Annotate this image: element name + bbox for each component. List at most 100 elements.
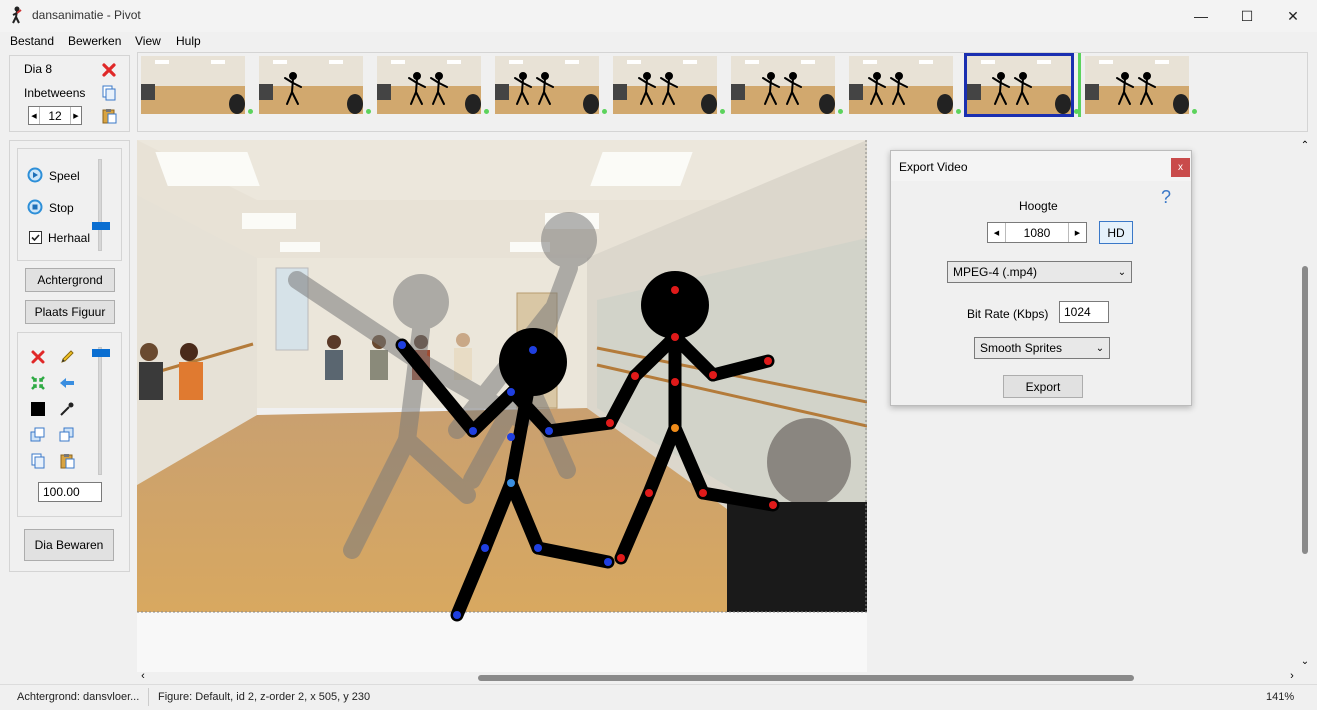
- increment-arrow-icon[interactable]: ▶: [70, 107, 81, 124]
- height-value: 1080: [1023, 225, 1051, 240]
- inbetweens-stepper[interactable]: ◀ 12 ▶: [28, 106, 82, 125]
- speed-slider-track[interactable]: [98, 159, 102, 251]
- delete-figure-icon[interactable]: [30, 349, 46, 368]
- frame-marker-dot: [602, 109, 607, 114]
- speed-slider-thumb[interactable]: [92, 222, 110, 230]
- menu-bar: Bestand Bewerken View Hulp: [0, 32, 1317, 52]
- eyedropper-icon[interactable]: [59, 401, 75, 420]
- stop-icon[interactable]: [27, 199, 43, 215]
- height-label: Hoogte: [1019, 199, 1058, 213]
- scroll-up-icon[interactable]: ⌃: [1300, 140, 1310, 152]
- maximize-button[interactable]: ☐: [1224, 0, 1270, 32]
- status-divider: [148, 688, 149, 706]
- title-bar: dansanimatie - Pivot — ☐ ✕: [0, 0, 1317, 32]
- transparency-slider-thumb[interactable]: [92, 349, 110, 357]
- height-increment-icon[interactable]: ▶: [1068, 223, 1086, 242]
- status-background: Achtergrond: dansvloer...: [17, 691, 140, 703]
- slide-panel: Dia 8 Inbetweens ◀ 12 ▶: [9, 55, 130, 132]
- slide-thumbnail[interactable]: [377, 56, 481, 114]
- chevron-down-icon: ⌄: [1117, 266, 1127, 278]
- vertical-scroll-thumb[interactable]: [1302, 266, 1308, 554]
- send-backward-icon[interactable]: [59, 427, 75, 446]
- close-window-button[interactable]: ✕: [1270, 0, 1316, 32]
- dialog-title-bar: Export Video x: [891, 151, 1191, 181]
- frame-marker-dot: [838, 109, 843, 114]
- edit-figure-pencil-icon[interactable]: [59, 349, 75, 368]
- slide-thumbnail[interactable]: [1085, 56, 1189, 114]
- vertical-scrollbar[interactable]: ⌃ ⌄: [1299, 140, 1311, 672]
- format-select[interactable]: MPEG-4 (.mp4) ⌄: [947, 261, 1132, 283]
- slide-thumbnail[interactable]: [964, 53, 1074, 117]
- bitrate-label: Bit Rate (Kbps): [967, 307, 1049, 321]
- transparency-slider-track[interactable]: [98, 347, 102, 475]
- menu-bewerken[interactable]: Bewerken: [68, 34, 121, 48]
- save-slide-button[interactable]: Dia Bewaren: [24, 529, 114, 561]
- dialog-title: Export Video: [899, 160, 968, 174]
- dance-studio-scene: [137, 140, 867, 672]
- playback-panel: Speel Stop Herhaal: [17, 148, 122, 261]
- frame-marker-dot: [366, 109, 371, 114]
- smoothing-select[interactable]: Smooth Sprites ⌄: [974, 337, 1110, 359]
- format-value: MPEG-4 (.mp4): [953, 265, 1038, 279]
- paste-slide-icon[interactable]: [101, 108, 117, 124]
- repeat-label[interactable]: Herhaal: [48, 231, 90, 245]
- decrement-arrow-icon[interactable]: ◀: [29, 107, 40, 124]
- pivot-app-icon: [9, 6, 25, 24]
- slide-thumbnail[interactable]: [259, 56, 363, 114]
- slide-thumbnail-strip: [137, 52, 1308, 132]
- flip-figure-icon[interactable]: [59, 375, 75, 394]
- hd-button[interactable]: HD: [1099, 221, 1133, 244]
- stick-figure-2-head: [641, 271, 709, 339]
- frame-marker-dot: [720, 109, 725, 114]
- copy-figure-icon[interactable]: [30, 453, 46, 472]
- figure-tools-panel: 100.00: [17, 332, 122, 517]
- horizontal-scrollbar[interactable]: ‹ ›: [137, 670, 1299, 684]
- inbetweens-value: 12: [48, 108, 62, 123]
- repeat-checkbox[interactable]: [29, 231, 42, 244]
- height-decrement-icon[interactable]: ◀: [988, 223, 1006, 242]
- horizontal-scroll-thumb[interactable]: [478, 675, 1134, 681]
- frame-marker-dot: [484, 109, 489, 114]
- delete-slide-icon[interactable]: [101, 62, 117, 78]
- scroll-down-icon[interactable]: ⌄: [1300, 656, 1310, 668]
- window-title: dansanimatie - Pivot: [32, 8, 141, 22]
- status-figure: Figure: Default, id 2, z-order 2, x 505,…: [158, 691, 371, 703]
- menu-hulp[interactable]: Hulp: [176, 34, 201, 48]
- center-figure-icon[interactable]: [30, 375, 46, 394]
- slide-thumbnail[interactable]: [495, 56, 599, 114]
- frame-marker-dot: [956, 109, 961, 114]
- slide-thumbnail[interactable]: [613, 56, 717, 114]
- slide-thumbnail[interactable]: [849, 56, 953, 114]
- scroll-left-icon[interactable]: ‹: [137, 670, 149, 682]
- stop-label[interactable]: Stop: [49, 201, 74, 215]
- play-icon[interactable]: [27, 167, 43, 183]
- menu-bestand[interactable]: Bestand: [10, 34, 54, 48]
- export-video-dialog: Export Video x ? Hoogte ◀ 1080 ▶ HD MPEG…: [890, 150, 1192, 406]
- status-zoom: 141%: [1266, 691, 1295, 703]
- bring-forward-icon[interactable]: [30, 427, 46, 446]
- background-button[interactable]: Achtergrond: [25, 268, 115, 292]
- place-figure-button[interactable]: Plaats Figuur: [25, 300, 115, 324]
- help-icon[interactable]: ?: [1161, 187, 1171, 208]
- paste-figure-icon[interactable]: [59, 453, 75, 472]
- height-stepper[interactable]: ◀ 1080 ▶: [987, 222, 1087, 243]
- copy-slide-icon[interactable]: [101, 85, 117, 101]
- slide-thumbnail[interactable]: [731, 56, 835, 114]
- figure-color-icon[interactable]: [30, 401, 46, 420]
- figure-scale-input[interactable]: 100.00: [38, 482, 102, 502]
- dialog-close-button[interactable]: x: [1171, 158, 1190, 177]
- slide-label: Dia 8: [24, 62, 53, 76]
- animation-canvas[interactable]: [137, 140, 867, 672]
- export-button[interactable]: Export: [1003, 375, 1083, 398]
- frame-marker-dot: [1192, 109, 1197, 114]
- scroll-right-icon[interactable]: ›: [1286, 670, 1298, 682]
- slide-thumbnail[interactable]: [141, 56, 245, 114]
- menu-view[interactable]: View: [135, 34, 161, 48]
- insert-position-marker: [1078, 53, 1081, 117]
- status-bar: Achtergrond: dansvloer... Figure: Defaul…: [0, 684, 1317, 710]
- inbetweens-label: Inbetweens: [24, 86, 86, 100]
- play-label[interactable]: Speel: [49, 169, 80, 183]
- bitrate-input[interactable]: 1024: [1059, 301, 1109, 323]
- minimize-button[interactable]: —: [1178, 0, 1224, 32]
- chevron-down-icon: ⌄: [1095, 342, 1105, 354]
